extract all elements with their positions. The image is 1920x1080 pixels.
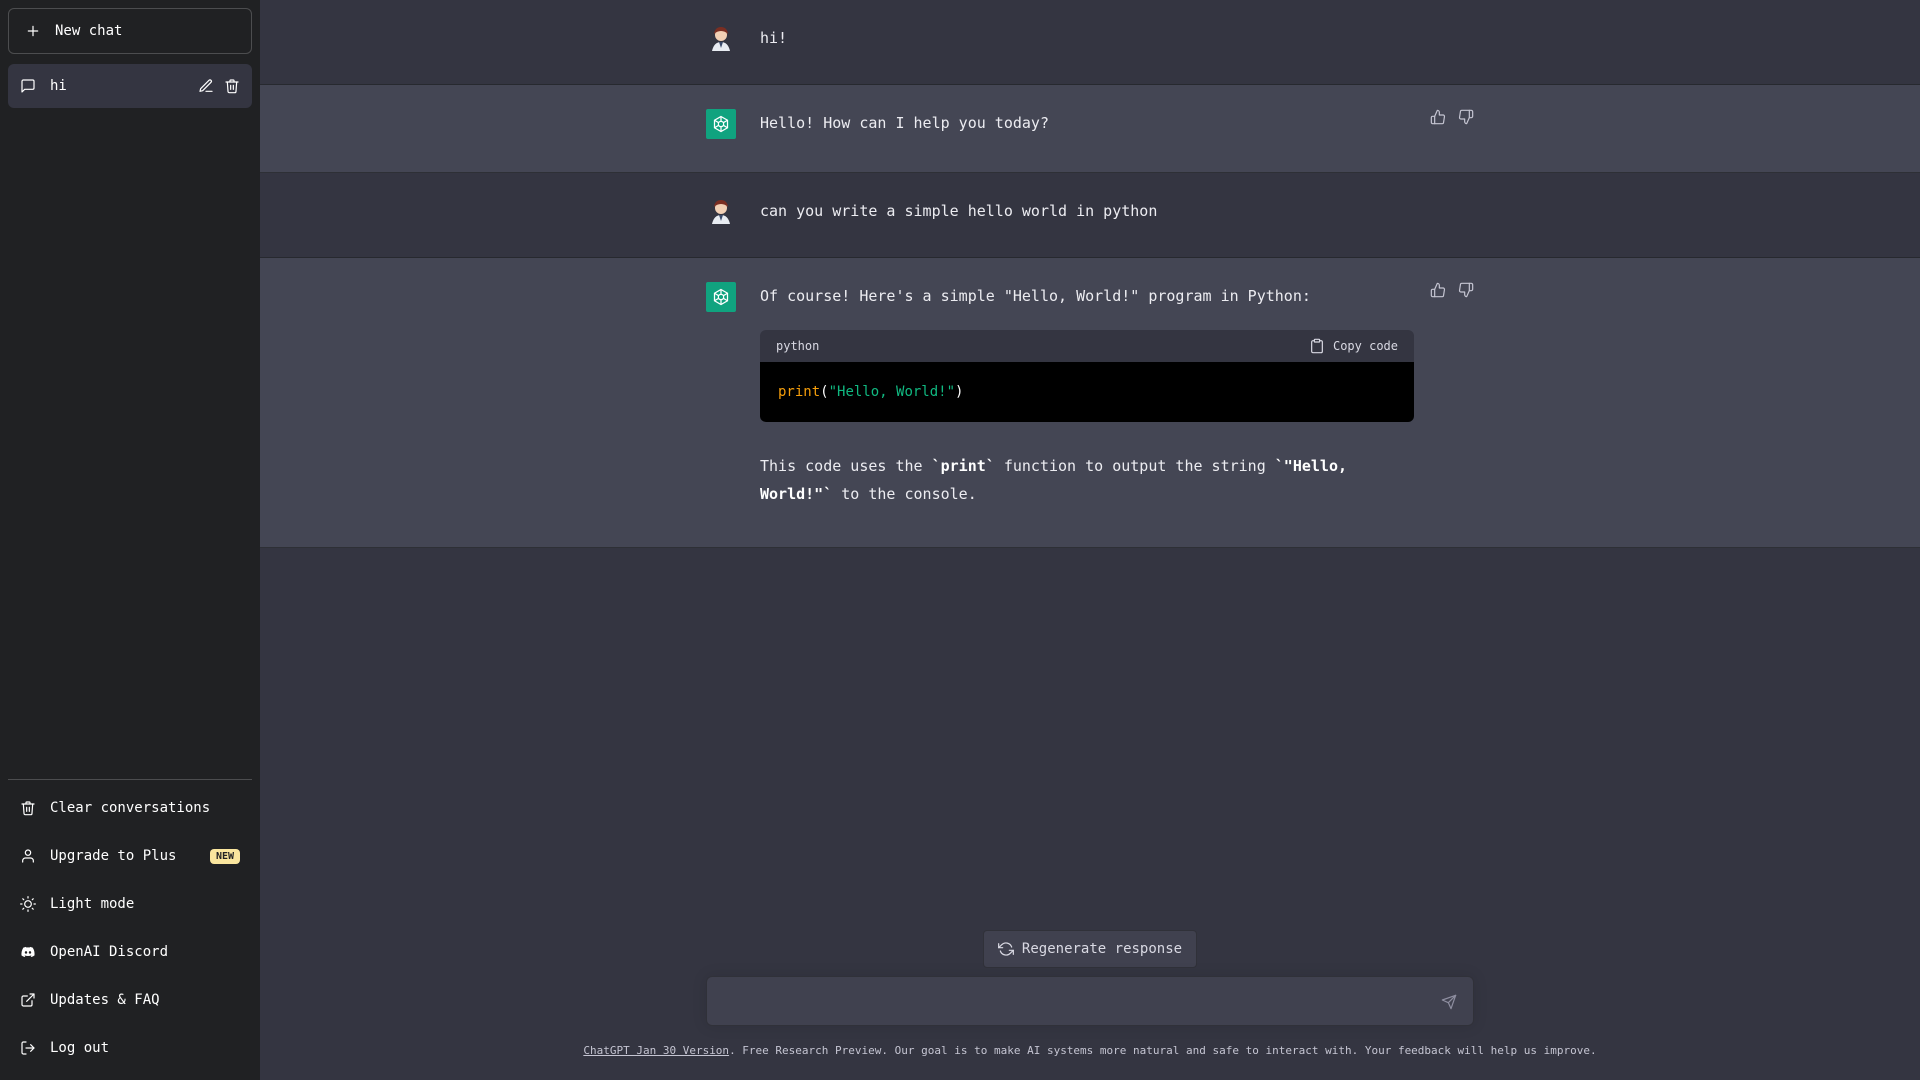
text-run: to the console. — [832, 485, 977, 503]
menu-label: Log out — [50, 1040, 110, 1056]
message-thread: hi! Hello! How can I help you today? can… — [260, 0, 1920, 1080]
feedback-buttons — [1430, 109, 1474, 125]
text-run: This code uses the — [760, 457, 932, 475]
send-icon[interactable] — [1441, 994, 1457, 1010]
message-input[interactable] — [707, 977, 1473, 1025]
regenerate-response-button[interactable]: Regenerate response — [982, 930, 1198, 968]
assistant-message: Of course! Here's a simple "Hello, World… — [260, 258, 1920, 548]
copy-code-label: Copy code — [1332, 339, 1398, 353]
message-text: Hello! How can I help you today? — [760, 114, 1049, 132]
openai-logo-icon — [706, 282, 736, 312]
openai-logo-icon — [706, 109, 736, 139]
code-token-function: print — [778, 384, 821, 400]
external-link-icon — [20, 992, 36, 1008]
updates-faq-link[interactable]: Updates & FAQ — [8, 976, 252, 1024]
version-link[interactable]: ChatGPT Jan 30 Version — [583, 1044, 729, 1057]
thumbs-down-icon[interactable] — [1458, 282, 1474, 298]
conversation-label: hi — [50, 78, 67, 94]
app: New chat hi Clear conversations Upgrade … — [0, 0, 1920, 1080]
menu-label: Clear conversations — [50, 800, 211, 816]
code-header: python Copy code — [760, 330, 1414, 362]
code-token-string: "Hello, World!" — [828, 384, 956, 400]
message-paragraph: This code uses the `print` function to o… — [760, 452, 1410, 508]
text-run: function to output the string — [994, 457, 1275, 475]
user-message: can you write a simple hello world in py… — [260, 173, 1920, 258]
footer-disclaimer: ChatGPT Jan 30 Version. Free Research Pr… — [583, 1044, 1596, 1057]
menu-label: Updates & FAQ — [50, 992, 160, 1008]
new-badge: NEW — [209, 848, 240, 864]
message-text: Of course! Here's a simple "Hello, World… — [760, 287, 1311, 305]
light-mode-button[interactable]: Light mode — [8, 880, 252, 928]
thumbs-up-icon[interactable] — [1430, 109, 1446, 125]
feedback-buttons — [1430, 282, 1474, 298]
logout-icon — [20, 1040, 36, 1056]
openai-discord-link[interactable]: OpenAI Discord — [8, 928, 252, 976]
message-text: hi! — [760, 29, 788, 47]
assistant-message: Hello! How can I help you today? — [260, 85, 1920, 173]
sun-icon — [20, 896, 36, 912]
chat-bubble-icon — [20, 78, 36, 94]
user-icon — [20, 848, 36, 864]
plus-icon — [25, 23, 41, 39]
code-block: python Copy code print("Hello, World!") — [760, 330, 1414, 422]
code-token-paren: ( — [820, 384, 829, 400]
thumbs-up-icon[interactable] — [1430, 282, 1446, 298]
delete-trash-icon[interactable] — [224, 78, 240, 94]
user-avatar — [706, 24, 736, 54]
inline-code: `print` — [931, 457, 995, 475]
message-text: can you write a simple hello world in py… — [760, 202, 1158, 220]
menu-label: Light mode — [50, 896, 135, 912]
clear-conversations-button[interactable]: Clear conversations — [8, 784, 252, 832]
chat-main: hi! Hello! How can I help you today? can… — [260, 0, 1920, 1080]
new-chat-button[interactable]: New chat — [8, 8, 252, 54]
message-body: Of course! Here's a simple "Hello, World… — [760, 282, 1414, 508]
trash-icon — [20, 800, 36, 816]
sidebar-menu: Clear conversations Upgrade to Plus NEW … — [8, 779, 252, 1072]
new-chat-label: New chat — [55, 23, 123, 39]
regenerate-label: Regenerate response — [1021, 941, 1183, 957]
conversation-item[interactable]: hi — [8, 64, 252, 108]
upgrade-to-plus-button[interactable]: Upgrade to Plus NEW — [8, 832, 252, 880]
sidebar: New chat hi Clear conversations Upgrade … — [0, 0, 260, 1080]
edit-pencil-icon[interactable] — [198, 78, 214, 94]
code-language: python — [776, 339, 820, 353]
code-content: print("Hello, World!") — [760, 362, 1414, 422]
menu-label: OpenAI Discord — [50, 944, 169, 960]
user-message: hi! — [260, 0, 1920, 85]
discord-icon — [20, 944, 36, 960]
composer-area: Regenerate response ChatGPT Jan 30 Versi… — [260, 930, 1920, 1080]
refresh-icon — [997, 941, 1014, 957]
message-input-box — [706, 976, 1474, 1026]
log-out-button[interactable]: Log out — [8, 1024, 252, 1072]
user-avatar — [706, 197, 736, 227]
conversation-list: hi — [8, 64, 252, 779]
copy-code-button[interactable]: Copy code — [1309, 332, 1398, 360]
thumbs-down-icon[interactable] — [1458, 109, 1474, 125]
code-token-paren: ) — [955, 384, 964, 400]
clipboard-icon — [1309, 338, 1325, 354]
menu-label: Upgrade to Plus — [50, 848, 177, 864]
footer-text: . Free Research Preview. Our goal is to … — [729, 1044, 1597, 1057]
